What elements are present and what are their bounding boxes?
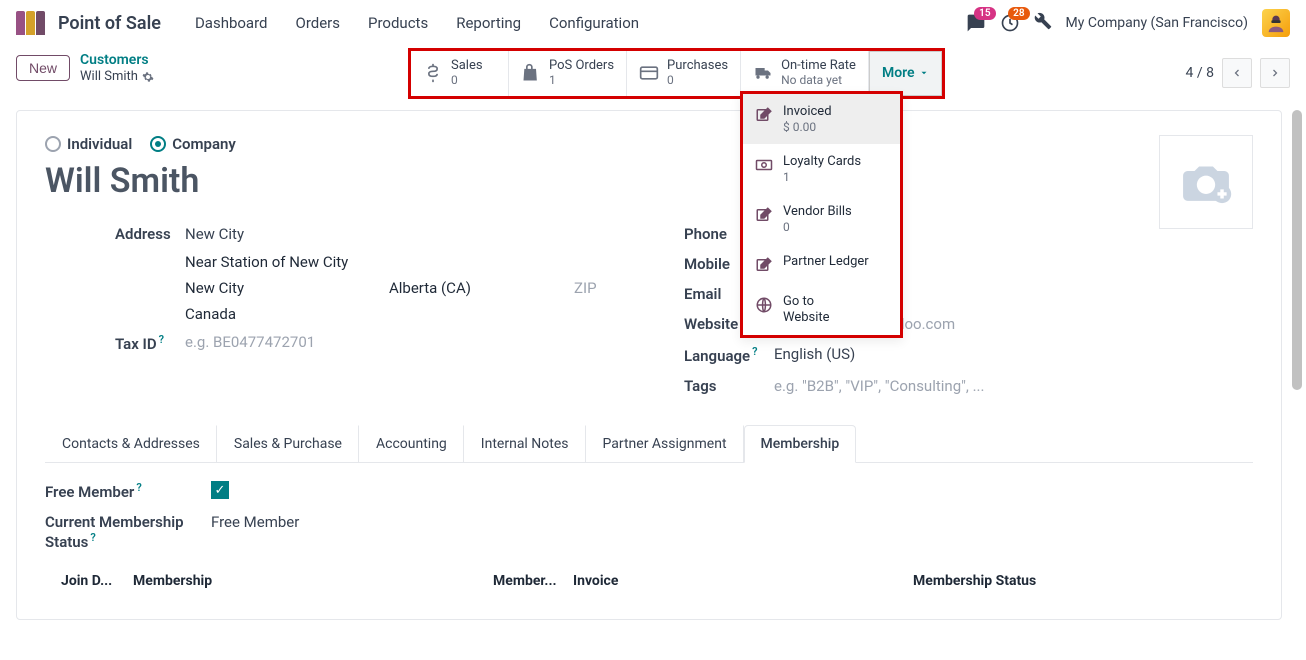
field-street[interactable]: New City bbox=[185, 225, 244, 243]
activity-badge: 28 bbox=[1008, 7, 1029, 20]
form-card: Individual Company Will Smith Address Ne… bbox=[16, 110, 1282, 620]
radio-company[interactable]: Company bbox=[150, 135, 236, 153]
tab-partner-assignment[interactable]: Partner Assignment bbox=[586, 425, 744, 462]
chevron-right-icon bbox=[1269, 67, 1281, 79]
pager: 4 / 8 bbox=[1186, 58, 1290, 88]
stat-ontime[interactable]: On-time RateNo data yet bbox=[741, 51, 869, 96]
activity-icon[interactable]: 28 bbox=[1000, 13, 1020, 33]
app-logo[interactable] bbox=[16, 11, 46, 35]
label-taxid: Tax ID? bbox=[115, 333, 185, 353]
nav-reporting[interactable]: Reporting bbox=[446, 8, 531, 38]
breadcrumb-customers[interactable]: Customers bbox=[80, 52, 154, 69]
field-tags[interactable]: e.g. "B2B", "VIP", "Consulting", ... bbox=[774, 377, 984, 395]
breadcrumb-record: Will Smith bbox=[80, 69, 138, 85]
tab-accounting[interactable]: Accounting bbox=[359, 425, 464, 462]
nav-products[interactable]: Products bbox=[358, 8, 438, 38]
stat-purchases[interactable]: Purchases0 bbox=[627, 51, 741, 96]
money-icon bbox=[755, 156, 773, 174]
gear-icon[interactable] bbox=[142, 71, 154, 83]
field-state[interactable]: Alberta (CA) bbox=[389, 279, 519, 297]
dropdown-invoiced[interactable]: Invoiced$ 0.00 bbox=[743, 94, 900, 144]
caret-down-icon bbox=[919, 68, 929, 78]
stat-sales[interactable]: Sales0 bbox=[411, 51, 509, 96]
radio-individual[interactable]: Individual bbox=[45, 135, 132, 153]
field-language[interactable]: English (US) bbox=[774, 345, 855, 363]
nav-dashboard[interactable]: Dashboard bbox=[185, 8, 278, 38]
help-icon[interactable]: ? bbox=[159, 333, 164, 346]
new-button[interactable]: New bbox=[16, 55, 70, 81]
dropdown-goto-website[interactable]: Go to Website bbox=[743, 284, 900, 335]
card-icon bbox=[639, 63, 659, 83]
label-free-member: Free Member? bbox=[45, 481, 211, 501]
dropdown-loyalty[interactable]: Loyalty Cards1 bbox=[743, 144, 900, 194]
camera-plus-icon bbox=[1171, 155, 1241, 210]
dropdown-vendor-bills[interactable]: Vendor Bills0 bbox=[743, 194, 900, 244]
label-address: Address bbox=[115, 225, 185, 243]
breadcrumb: Customers Will Smith bbox=[80, 52, 154, 84]
field-taxid[interactable]: e.g. BE0477472701 bbox=[185, 333, 315, 351]
dollar-icon bbox=[423, 63, 443, 83]
tab-notes[interactable]: Internal Notes bbox=[464, 425, 586, 462]
discuss-badge: 15 bbox=[974, 7, 995, 20]
top-nav: Point of Sale Dashboard Orders Products … bbox=[0, 0, 1306, 46]
dropdown-partner-ledger[interactable]: Partner Ledger bbox=[743, 244, 900, 284]
tab-contacts[interactable]: Contacts & Addresses bbox=[45, 425, 217, 462]
more-button[interactable]: More bbox=[869, 51, 942, 96]
image-placeholder[interactable] bbox=[1159, 135, 1253, 229]
checkbox-free-member[interactable]: ✓ bbox=[211, 481, 229, 499]
field-city[interactable]: New City bbox=[185, 279, 389, 297]
field-zip[interactable]: ZIP bbox=[574, 279, 597, 297]
tab-membership[interactable]: Membership bbox=[744, 425, 857, 463]
more-dropdown: Invoiced$ 0.00 Loyalty Cards1 Vendor Bil… bbox=[740, 91, 903, 338]
pager-text[interactable]: 4 / 8 bbox=[1186, 65, 1214, 81]
globe-icon bbox=[755, 296, 773, 314]
tabs: Contacts & Addresses Sales & Purchase Ac… bbox=[45, 425, 1253, 463]
help-icon[interactable]: ? bbox=[752, 345, 757, 358]
help-icon[interactable]: ? bbox=[90, 531, 95, 544]
field-country[interactable]: Canada bbox=[185, 305, 236, 323]
nav-orders[interactable]: Orders bbox=[286, 8, 351, 38]
pager-next[interactable] bbox=[1260, 58, 1290, 88]
pencil-square-icon bbox=[755, 106, 773, 124]
company-selector[interactable]: My Company (San Francisco) bbox=[1066, 15, 1248, 31]
help-icon[interactable]: ? bbox=[136, 481, 141, 494]
scrollbar[interactable] bbox=[1290, 110, 1302, 660]
discuss-icon[interactable]: 15 bbox=[966, 13, 986, 33]
nav-configuration[interactable]: Configuration bbox=[539, 8, 649, 38]
app-title[interactable]: Point of Sale bbox=[58, 13, 161, 34]
record-name[interactable]: Will Smith bbox=[45, 161, 1253, 201]
debug-icon[interactable] bbox=[1034, 12, 1052, 34]
bag-icon bbox=[521, 63, 541, 83]
user-avatar[interactable] bbox=[1262, 9, 1290, 37]
chevron-left-icon bbox=[1231, 67, 1243, 79]
stat-pos-orders[interactable]: PoS Orders1 bbox=[509, 51, 627, 96]
pencil-square-icon bbox=[755, 256, 773, 274]
pager-prev[interactable] bbox=[1222, 58, 1252, 88]
tab-sales[interactable]: Sales & Purchase bbox=[217, 425, 359, 462]
label-tags: Tags bbox=[684, 377, 774, 395]
truck-icon bbox=[753, 63, 773, 83]
membership-table-header: Join D... Membership Member... Invoice M… bbox=[45, 557, 1253, 595]
label-language: Language? bbox=[684, 345, 774, 365]
field-street2[interactable]: Near Station of New City bbox=[185, 253, 348, 271]
field-membership-status: Free Member bbox=[211, 513, 299, 531]
label-membership-status: Current Membership Status? bbox=[45, 513, 211, 551]
pencil-square-icon bbox=[755, 206, 773, 224]
